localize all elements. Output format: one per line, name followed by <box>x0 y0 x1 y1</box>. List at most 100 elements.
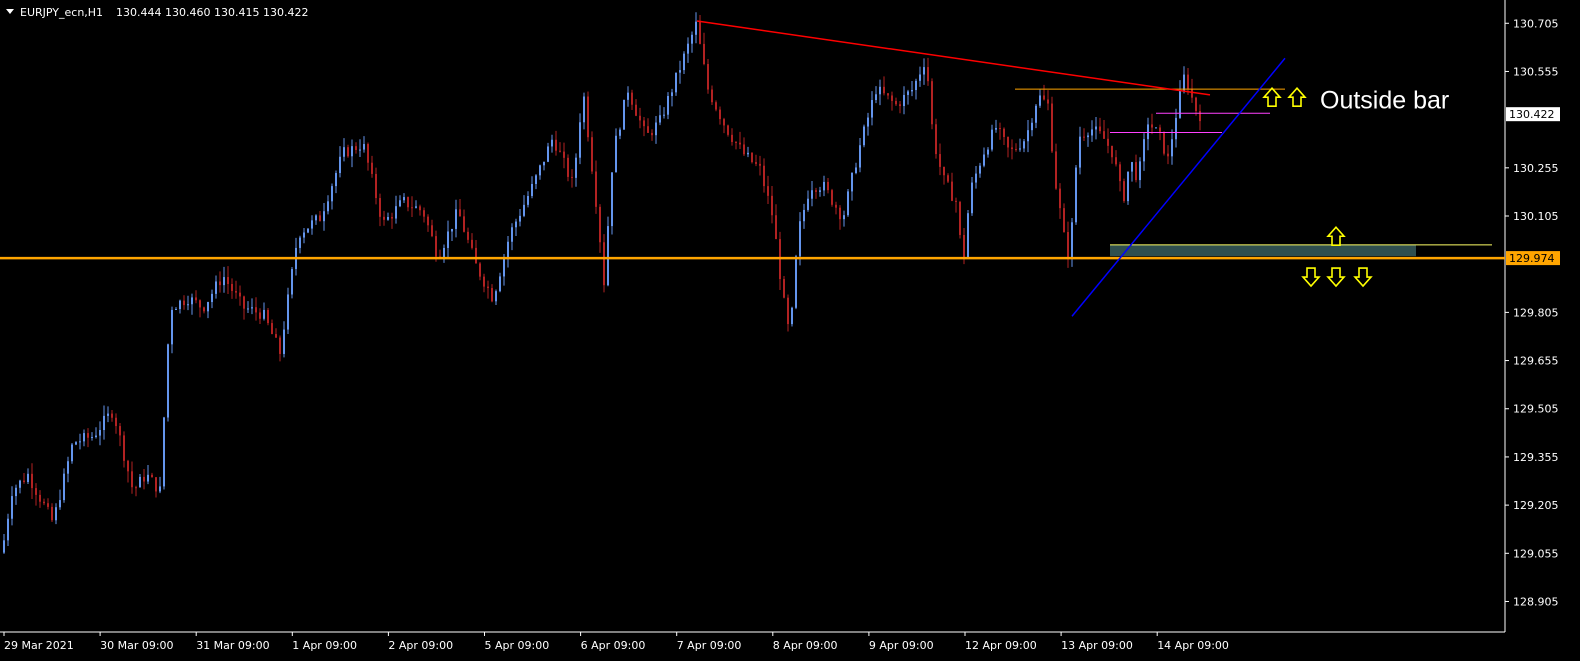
candle-body <box>523 204 525 216</box>
candle-body <box>1135 162 1137 181</box>
candle-body <box>83 433 85 442</box>
candle-body <box>1027 130 1029 142</box>
candle-body <box>471 239 473 248</box>
candle-body <box>411 207 413 209</box>
x-tick-label: 30 Mar 09:00 <box>100 639 173 652</box>
candle-body <box>495 291 497 302</box>
candle-body <box>27 473 29 483</box>
candle-body <box>447 231 449 248</box>
y-tick-label: 129.805 <box>1513 306 1559 319</box>
candle-body <box>311 220 313 229</box>
chart-objects[interactable]: Outside bar <box>0 20 1505 317</box>
candle-body <box>143 476 145 482</box>
candle-body <box>191 297 193 305</box>
red-resistance-trendline[interactable] <box>696 20 1211 96</box>
candle-body <box>51 506 53 521</box>
candle-body <box>75 442 77 445</box>
candle-body <box>759 163 761 166</box>
blue-support-trendline[interactable] <box>1071 57 1286 317</box>
candle-body <box>687 43 689 54</box>
candle-body <box>55 507 57 521</box>
yellow-down-arrow-icon[interactable] <box>1326 267 1346 288</box>
candles <box>3 12 1201 554</box>
yellow-up-arrow-icon[interactable] <box>1326 226 1346 247</box>
candle-body <box>19 480 21 488</box>
candle-body <box>863 126 865 146</box>
candle-body <box>899 104 901 107</box>
candle-body <box>435 236 437 257</box>
yellow-down-arrow-icon[interactable] <box>1301 267 1321 288</box>
candle-body <box>123 435 125 461</box>
candle-body <box>423 210 425 217</box>
candle-body <box>375 173 377 199</box>
candle-body <box>551 139 553 147</box>
outside-bar-annotation[interactable]: Outside bar <box>1320 86 1449 114</box>
candle-body <box>263 309 265 319</box>
candle-body <box>1039 95 1041 106</box>
candle-body <box>399 200 401 207</box>
candle-body <box>911 90 913 92</box>
dropdown-triangle-icon[interactable] <box>6 9 14 14</box>
yellow-up-arrow-icon[interactable] <box>1287 86 1307 107</box>
candle-body <box>831 190 833 205</box>
candle-body <box>1003 128 1005 138</box>
candle-body <box>479 263 481 277</box>
candle-body <box>979 165 981 174</box>
candle-body <box>815 190 817 192</box>
yellow-down-arrow-icon[interactable] <box>1353 267 1373 288</box>
candle-body <box>1095 126 1097 130</box>
candle-body <box>1159 127 1161 132</box>
candle-body <box>491 288 493 302</box>
candle-body <box>747 152 749 155</box>
candle-body <box>951 181 953 201</box>
chart-window[interactable]: Outside bar 130.705 130.555 130.255 130.105… <box>0 0 1580 661</box>
candle-body <box>175 309 177 311</box>
candle-body <box>743 144 745 155</box>
candle-body <box>1131 162 1133 172</box>
candle-body <box>367 144 369 163</box>
y-tick-label: 130.105 <box>1513 210 1559 223</box>
candle-body <box>227 277 229 285</box>
candle-body <box>443 247 445 259</box>
candle-body <box>623 99 625 130</box>
candle-body <box>843 215 845 220</box>
candle-body <box>1035 105 1037 123</box>
y-tick-label: 129.055 <box>1513 547 1559 560</box>
candle-body <box>651 132 653 136</box>
candle-body <box>187 304 189 306</box>
candle-body <box>1011 147 1013 150</box>
candle-body <box>483 276 485 287</box>
candle-body <box>155 477 157 492</box>
candle-body <box>23 480 25 483</box>
candle-body <box>663 114 665 116</box>
candle-body <box>1115 157 1117 165</box>
price-chart[interactable]: Outside bar 130.705 130.555 130.255 130.105… <box>0 0 1580 661</box>
candle-body <box>391 217 393 219</box>
candle-body <box>167 344 169 418</box>
candle-body <box>791 307 793 325</box>
candle-body <box>199 300 201 308</box>
x-tick-label: 2 Apr 09:00 <box>388 639 453 652</box>
chart-header: EURJPY_ecn,H1 130.444 130.460 130.415 13… <box>6 6 308 19</box>
candle-body <box>1183 74 1185 91</box>
candle-body <box>95 435 97 438</box>
candle-body <box>915 80 917 91</box>
support-price-label: 129.974 <box>1509 252 1555 265</box>
candle-body <box>839 207 841 220</box>
candle-body <box>179 300 181 310</box>
candle-body <box>511 227 513 242</box>
candle-body <box>307 228 309 233</box>
candle-body <box>363 144 365 150</box>
candle-body <box>531 183 533 197</box>
y-tick-label: 129.205 <box>1513 499 1559 512</box>
candle-body <box>567 157 569 177</box>
candle-body <box>611 172 613 227</box>
yellow-up-arrow-icon[interactable] <box>1262 86 1282 107</box>
candle-body <box>455 209 457 229</box>
candle-body <box>15 487 17 497</box>
candle-body <box>403 197 405 201</box>
green-demand-zone[interactable] <box>1110 244 1416 257</box>
candle-body <box>1111 145 1113 158</box>
candle-body <box>371 162 373 174</box>
candle-body <box>671 92 673 97</box>
